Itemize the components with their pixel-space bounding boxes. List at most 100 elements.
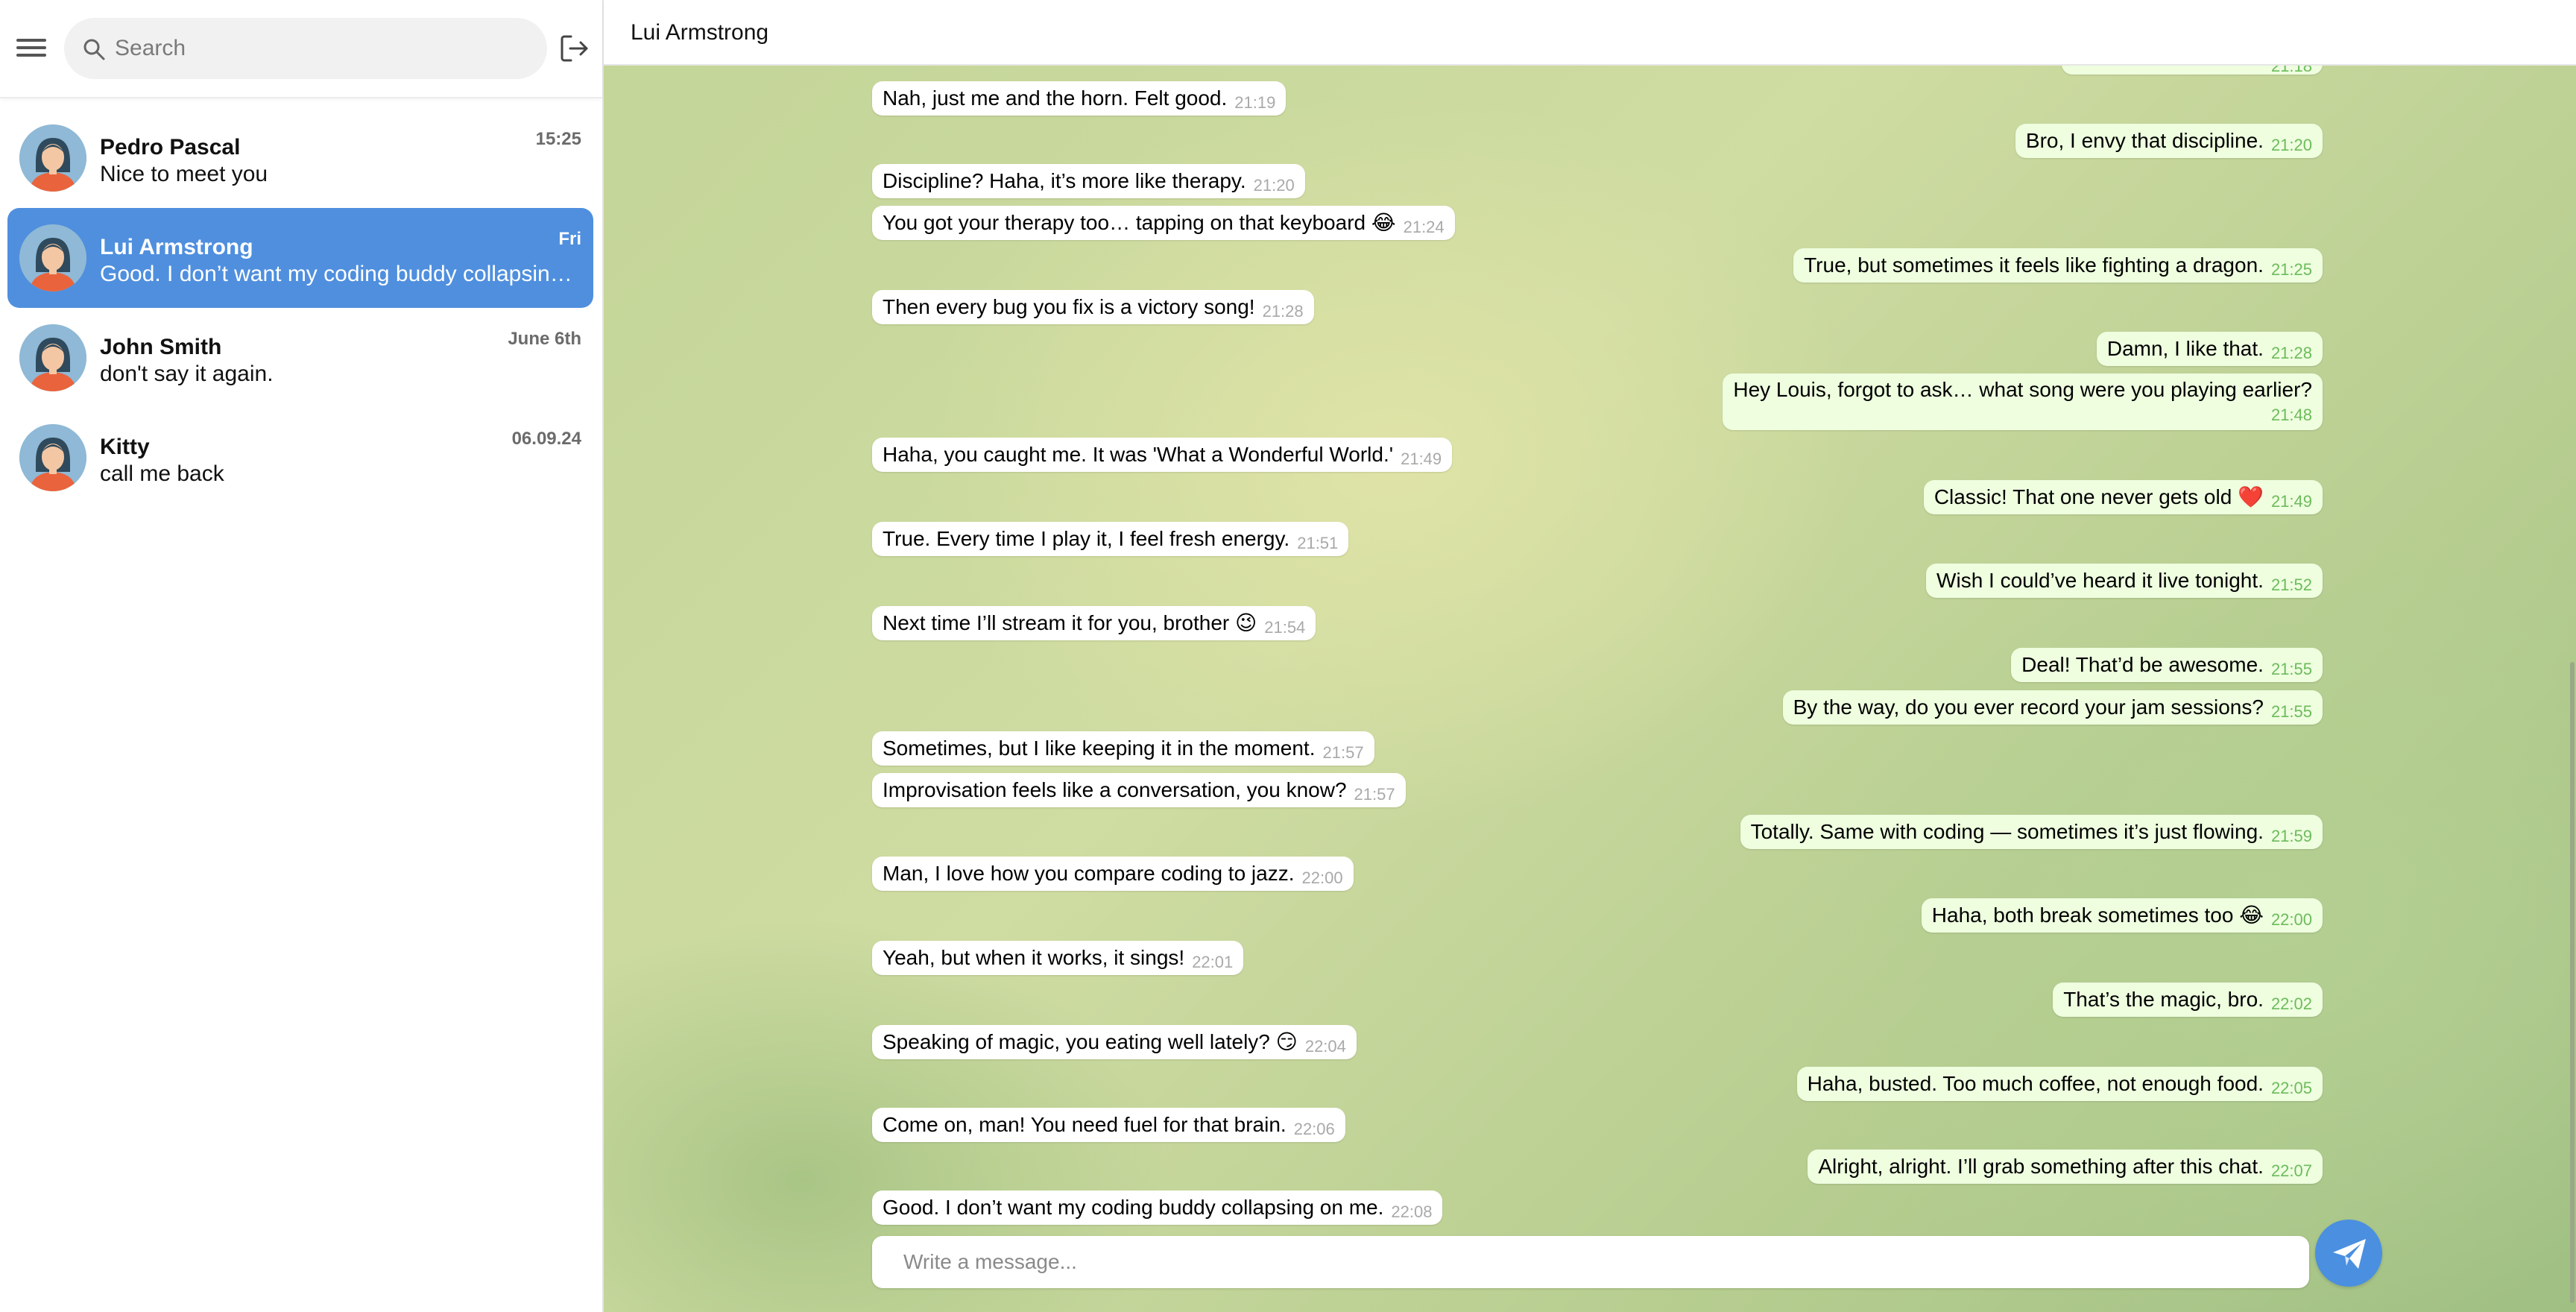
message-time: 21:52 bbox=[2270, 575, 2312, 594]
message-time: 22:06 bbox=[1293, 1120, 1335, 1138]
message-text: Sometimes, but I like keeping it in the … bbox=[883, 737, 1316, 760]
message-text: Haha, you caught me. It was 'What a Wond… bbox=[883, 443, 1394, 466]
message-bubble-incoming: True. Every time I play it, I feel fresh… bbox=[872, 522, 1349, 556]
message-bubble-incoming: Improvisation feels like a conversation,… bbox=[872, 773, 1406, 807]
message-time: 21:25 bbox=[2270, 260, 2312, 279]
message-bubble-incoming: Man, I love how you compare coding to ja… bbox=[872, 857, 1354, 891]
message-time: 22:00 bbox=[1301, 868, 1343, 887]
message-time: 21:57 bbox=[1354, 785, 1395, 804]
message-text: Good. I don’t want my coding buddy colla… bbox=[883, 1196, 1384, 1219]
message-text: Come on, man! You need fuel for that bra… bbox=[883, 1113, 1287, 1136]
message-text: You got your therapy too… tapping on tha… bbox=[883, 211, 1396, 234]
chat-time: June 6th bbox=[508, 329, 581, 349]
message-text: Totally. Same with coding — sometimes it… bbox=[1750, 820, 2264, 843]
message-list[interactable]: 21:18 Nah, just me and the horn. Felt go… bbox=[604, 0, 2576, 1312]
message-time: 21:28 bbox=[2270, 344, 2312, 362]
chat-name: Lui Armstrong bbox=[100, 235, 253, 259]
chat-list-item-active[interactable]: Lui Armstrong Good. I don’t want my codi… bbox=[7, 208, 593, 308]
search-input[interactable] bbox=[115, 18, 532, 79]
message-text: Wish I could’ve heard it live tonight. bbox=[1936, 569, 2264, 592]
chat-preview: Good. I don’t want my coding buddy colla… bbox=[100, 262, 577, 286]
message-text: Yeah, but when it works, it sings! bbox=[883, 946, 1185, 969]
avatar bbox=[19, 424, 86, 491]
message-text: Classic! That one never gets old ❤️ bbox=[1933, 485, 2264, 508]
message-time: 21:54 bbox=[1264, 618, 1306, 637]
message-text: Deal! That’d be awesome. bbox=[2021, 653, 2264, 676]
chat-preview: Nice to meet you bbox=[100, 162, 268, 186]
message-input[interactable] bbox=[872, 1236, 2309, 1288]
message-bubble-incoming: Come on, man! You need fuel for that bra… bbox=[872, 1108, 1345, 1142]
message-time: 22:02 bbox=[2270, 994, 2312, 1013]
search-box bbox=[64, 18, 547, 79]
message-time: 21:57 bbox=[1322, 743, 1364, 762]
message-text: By the way, do you ever record your jam … bbox=[1793, 696, 2264, 719]
message-bubble-outgoing: That’s the magic, bro. 22:02 bbox=[2053, 983, 2323, 1017]
message-text: Discipline? Haha, it’s more like therapy… bbox=[883, 169, 1246, 192]
message-bubble-incoming: Sometimes, but I like keeping it in the … bbox=[872, 731, 1374, 766]
message-bubble-incoming: Speaking of magic, you eating well latel… bbox=[872, 1025, 1357, 1059]
message-bubble-incoming: Next time I’ll stream it for you, brothe… bbox=[872, 606, 1316, 640]
send-button[interactable] bbox=[2315, 1220, 2382, 1287]
scrollbar-thumb[interactable] bbox=[2570, 662, 2575, 1303]
message-time: 21:49 bbox=[1401, 450, 1442, 468]
message-text: Nah, just me and the horn. Felt good. bbox=[883, 86, 1228, 110]
message-time: 21:59 bbox=[2270, 827, 2312, 845]
message-composer bbox=[872, 1236, 2309, 1288]
message-text: Speaking of magic, you eating well latel… bbox=[883, 1030, 1298, 1053]
chat-header: Lui Armstrong bbox=[604, 0, 2576, 66]
message-bubble-incoming: Good. I don’t want my coding buddy colla… bbox=[872, 1190, 1443, 1225]
message-time: 21:55 bbox=[2270, 702, 2312, 721]
message-bubble-outgoing: Totally. Same with coding — sometimes it… bbox=[1740, 815, 2323, 849]
chat-time: Fri bbox=[558, 229, 581, 249]
message-bubble-outgoing: Wish I could’ve heard it live tonight. 21… bbox=[1926, 564, 2323, 598]
sidebar-header bbox=[0, 0, 602, 98]
chat-sidebar: Pedro Pascal Nice to meet you 15:25 Lui … bbox=[0, 0, 604, 1312]
message-text: True. Every time I play it, I feel fresh… bbox=[883, 527, 1290, 550]
chat-name: Pedro Pascal bbox=[100, 135, 241, 160]
message-bubble-incoming: You got your therapy too… tapping on tha… bbox=[872, 206, 1455, 240]
message-time: 21:49 bbox=[2270, 492, 2312, 511]
chat-name: Kitty bbox=[100, 435, 150, 459]
message-time: 21:20 bbox=[2270, 136, 2312, 154]
message-time: 21:20 bbox=[1253, 176, 1295, 195]
message-bubble-incoming: Yeah, but when it works, it sings! 22:01 bbox=[872, 941, 1244, 975]
message-text: Hey Louis, forgot to ask… what song were… bbox=[1733, 378, 2312, 401]
logout-icon[interactable] bbox=[559, 33, 590, 64]
message-bubble-incoming: Discipline? Haha, it’s more like therapy… bbox=[872, 164, 1305, 198]
message-bubble-incoming: Nah, just me and the horn. Felt good. 21:… bbox=[872, 81, 1287, 116]
message-text: Next time I’ll stream it for you, brothe… bbox=[883, 611, 1257, 634]
message-bubble-outgoing: Haha, both break sometimes too 😂 22:00 bbox=[1921, 898, 2323, 933]
chat-name: John Smith bbox=[100, 335, 222, 359]
message-time: 22:08 bbox=[1391, 1202, 1433, 1221]
chat-preview: don't say it again. bbox=[100, 362, 274, 386]
message-time: 22:07 bbox=[2270, 1161, 2312, 1180]
chat-time: 06.09.24 bbox=[511, 429, 581, 449]
search-icon bbox=[83, 39, 105, 60]
message-time: 22:01 bbox=[1192, 953, 1234, 971]
message-text: Haha, busted. Too much coffee, not enoug… bbox=[1807, 1072, 2264, 1095]
chat-preview: call me back bbox=[100, 461, 224, 486]
message-bubble-outgoing: Hey Louis, forgot to ask… what song were… bbox=[1723, 373, 2323, 430]
chat-panel: 21:18 Nah, just me and the horn. Felt go… bbox=[604, 0, 2576, 1312]
message-time: 22:00 bbox=[2270, 910, 2312, 929]
message-bubble-outgoing: Bro, I envy that discipline. 21:20 bbox=[2015, 124, 2323, 158]
message-bubble-outgoing: Haha, busted. Too much coffee, not enoug… bbox=[1796, 1067, 2323, 1101]
avatar bbox=[19, 124, 86, 192]
message-scrollbar[interactable] bbox=[2569, 66, 2576, 1312]
avatar bbox=[19, 324, 86, 391]
message-text: Alright, alright. I’ll grab something af… bbox=[1818, 1155, 2264, 1178]
message-time: 21:51 bbox=[1297, 534, 1339, 552]
message-time: 21:28 bbox=[1262, 302, 1304, 321]
message-text: True, but sometimes it feels like fighti… bbox=[1804, 253, 2264, 277]
chat-list-item[interactable]: John Smith don't say it again. June 6th bbox=[7, 308, 593, 408]
message-bubble-incoming: Haha, you caught me. It was 'What a Wond… bbox=[872, 438, 1453, 472]
chat-list-item[interactable]: Pedro Pascal Nice to meet you 15:25 bbox=[7, 108, 593, 208]
chat-list-item[interactable]: Kitty call me back 06.09.24 bbox=[7, 408, 593, 508]
message-bubble-incoming: Then every bug you fix is a victory song… bbox=[872, 290, 1314, 324]
message-time: 21:48 bbox=[2270, 406, 2312, 424]
hamburger-menu-icon[interactable] bbox=[16, 36, 46, 60]
message-time: 22:04 bbox=[1304, 1037, 1346, 1056]
message-time: 21:55 bbox=[2270, 660, 2312, 678]
message-bubble-outgoing: True, but sometimes it feels like fighti… bbox=[1793, 248, 2323, 283]
message-time: 22:05 bbox=[2270, 1079, 2312, 1097]
